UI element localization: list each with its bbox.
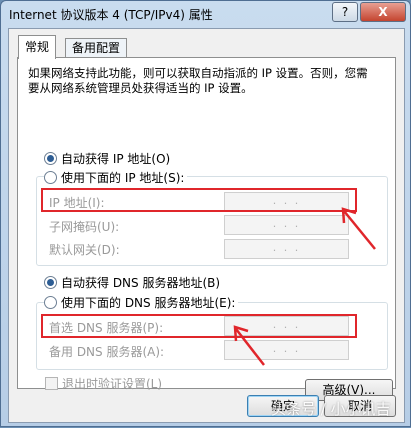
watermark-text: 头条号 / 小小讯吉 xyxy=(271,400,391,418)
dialog-window: Internet 协议版本 4 (TCP/IPv4) 属性 ? X 常规 备用配… xyxy=(0,0,411,427)
tab-general[interactable]: 常规 xyxy=(18,35,57,59)
arrow-to-ip-highlight xyxy=(341,207,376,250)
annotation-arrows xyxy=(233,207,376,366)
arrow-to-dns-highlight xyxy=(233,325,265,366)
